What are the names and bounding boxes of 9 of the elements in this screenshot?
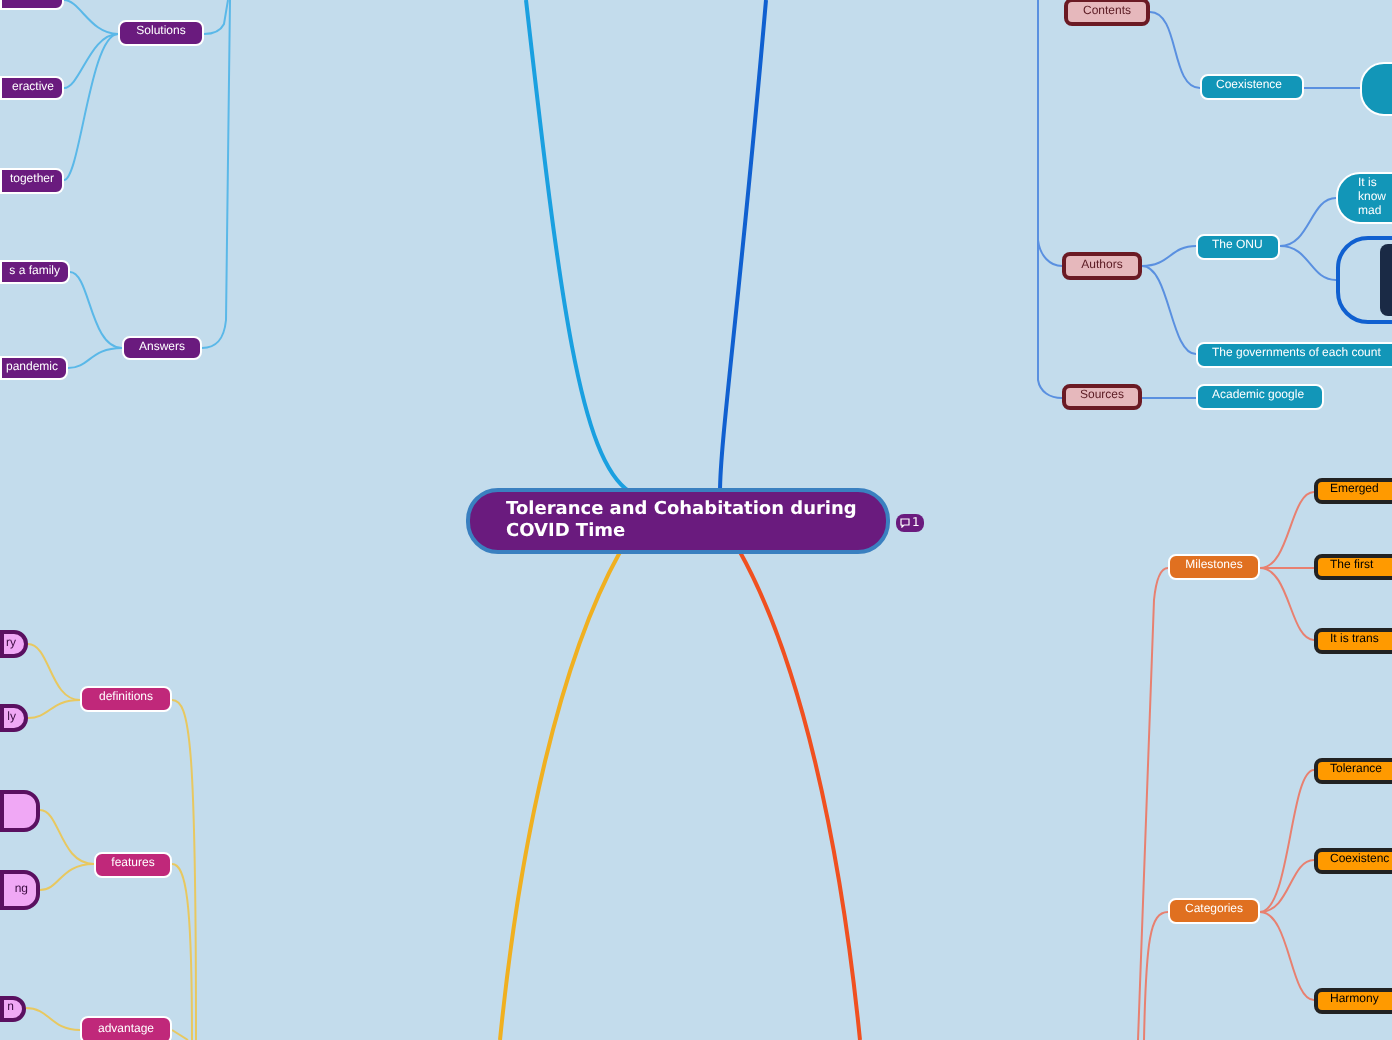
connector-line — [1141, 397, 1197, 399]
connector-line — [1149, 11, 1201, 89]
connector-line — [1303, 87, 1361, 89]
connector-line — [1279, 197, 1337, 247]
connector-line — [25, 1007, 81, 1031]
comment-icon — [900, 518, 910, 528]
topic-node[interactable] — [0, 790, 40, 832]
central-topic[interactable]: Tolerance and Cohabitation during COVID Time — [466, 488, 890, 554]
connector-line — [1279, 245, 1337, 281]
